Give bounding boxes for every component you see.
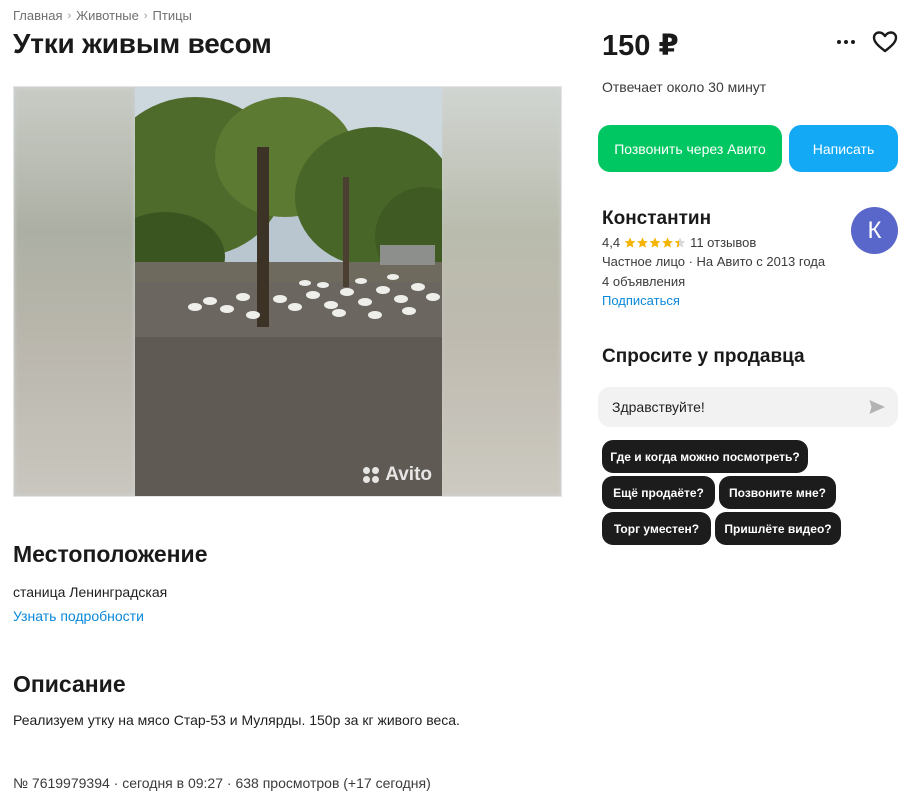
- watermark-text: Avito: [385, 464, 432, 485]
- quick-question-chip[interactable]: Позвоните мне?: [719, 476, 836, 509]
- response-time: Отвечает около 30 минут: [602, 79, 767, 95]
- location-details-link[interactable]: Узнать подробности: [13, 608, 144, 624]
- quick-question-chip[interactable]: Торг уместен?: [602, 512, 711, 545]
- favorite-heart-icon[interactable]: [872, 30, 898, 54]
- description-text: Реализуем утку на мясо Стар-53 и Мулярды…: [13, 712, 460, 728]
- breadcrumb: Главная › Животные › Птицы: [13, 8, 192, 23]
- seller-rating[interactable]: 4,4 11 отзывов: [602, 235, 756, 250]
- ask-message-box: [598, 387, 898, 427]
- seller-name[interactable]: Константин: [602, 208, 711, 230]
- chevron-right-icon: ›: [143, 9, 148, 22]
- seller-ads-count[interactable]: 4 объявления: [602, 274, 685, 289]
- ducks-photo-image: [135, 87, 442, 496]
- photo-gallery[interactable]: Avito: [13, 86, 562, 497]
- description-heading: Описание: [13, 671, 126, 697]
- gallery-blur-right: [440, 87, 561, 496]
- page-title: Утки живым весом: [13, 28, 272, 59]
- message-input[interactable]: [612, 399, 852, 415]
- rating-stars-icon: [624, 237, 686, 249]
- seller-type: Частное лицо · На Авито с 2013 года: [602, 254, 826, 269]
- reviews-count: 11 отзывов: [690, 235, 757, 250]
- main-photo[interactable]: Avito: [135, 87, 442, 496]
- more-options-icon[interactable]: [834, 30, 858, 54]
- location-address: станица Ленинградская: [13, 584, 168, 600]
- call-button[interactable]: Позвонить через Авито: [598, 125, 782, 172]
- breadcrumb-home[interactable]: Главная: [13, 8, 62, 23]
- ask-seller-heading: Спросите у продавца: [602, 346, 805, 367]
- quick-question-chip[interactable]: Где и когда можно посмотреть?: [602, 440, 808, 473]
- quick-question-chip[interactable]: Ещё продаёте?: [602, 476, 715, 509]
- price: 150 ₽: [602, 30, 679, 62]
- quick-question-chip[interactable]: Пришлёте видео?: [715, 512, 841, 545]
- avatar[interactable]: К: [851, 207, 898, 254]
- avito-watermark: Avito: [363, 464, 432, 486]
- breadcrumb-birds[interactable]: Птицы: [153, 8, 192, 23]
- rating-value: 4,4: [602, 235, 621, 250]
- chevron-right-icon: ›: [67, 9, 72, 22]
- gallery-blur-left: [14, 87, 135, 496]
- listing-meta: № 7619979394 · сегодня в 09:27 · 638 про…: [13, 775, 431, 791]
- subscribe-link[interactable]: Подписаться: [602, 293, 680, 308]
- breadcrumb-animals[interactable]: Животные: [76, 8, 139, 23]
- message-button[interactable]: Написать: [789, 125, 898, 172]
- location-heading: Местоположение: [13, 541, 208, 567]
- send-icon[interactable]: [868, 398, 886, 416]
- avito-logo-icon: [363, 467, 381, 483]
